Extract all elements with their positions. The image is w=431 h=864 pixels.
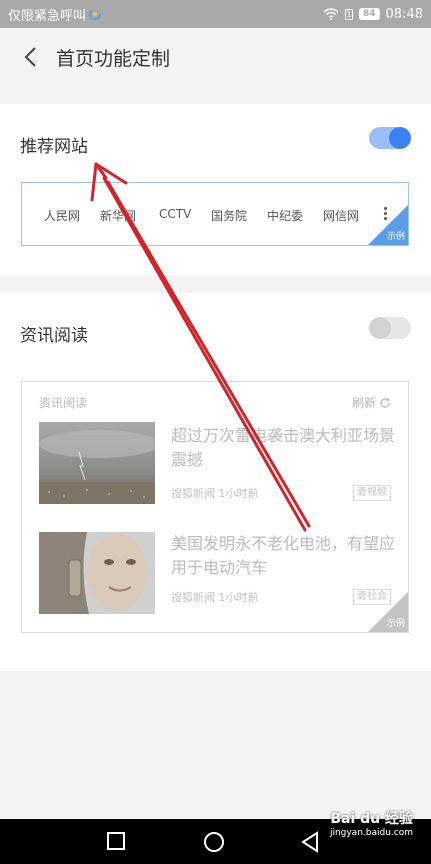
app-header: 首页功能定制 bbox=[0, 28, 431, 86]
recommended-sites-title: 推荐网站 bbox=[20, 137, 88, 157]
news-tag: 奇视频 bbox=[353, 485, 391, 501]
news-item-meta: 搜狐新闻 1小时前 bbox=[171, 485, 259, 501]
recommended-sites-preview: 人民网 新华网 CCTV 国务院 中纪委 网信网 示例 bbox=[21, 182, 409, 246]
news-time: 1小时前 bbox=[218, 487, 259, 500]
home-icon[interactable] bbox=[203, 831, 225, 853]
news-source: 搜狐新闻 bbox=[171, 591, 215, 604]
news-item-title: 美国发明永不老化电池，有望应用于电动汽车 bbox=[171, 534, 396, 577]
news-item-title: 超过万次雷电袭击澳大利亚场景震撼 bbox=[171, 426, 396, 469]
recent-apps-icon[interactable] bbox=[106, 831, 126, 851]
recommended-sites-toggle[interactable] bbox=[369, 127, 411, 149]
baidu-watermark: Bai du 经验 jingyan.baidu.com bbox=[330, 808, 413, 838]
carrier-text: 仅限紧急呼叫 bbox=[8, 8, 87, 24]
refresh-icon bbox=[380, 397, 390, 408]
news-reading-card: 资讯阅读 资讯阅读 刷新 超过万次雷电袭击澳大利亚场景震撼 搜狐新闻 1小时前 … bbox=[0, 293, 431, 671]
site-link: 网信网 bbox=[323, 209, 360, 223]
news-item-meta: 搜狐新闻 1小时前 bbox=[171, 589, 259, 605]
signal-status-icon bbox=[89, 8, 102, 20]
news-time: 1小时前 bbox=[218, 591, 259, 604]
watermark-url: jingyan.baidu.com bbox=[329, 828, 413, 838]
wifi-icon bbox=[323, 8, 339, 20]
recommended-sites-card: 推荐网站 人民网 新华网 CCTV 国务院 中纪委 网信网 示例 bbox=[0, 104, 431, 275]
news-preview-label: 资讯阅读 bbox=[39, 396, 88, 410]
back-triangle-icon[interactable] bbox=[300, 831, 320, 853]
site-link: 新华网 bbox=[100, 209, 137, 223]
sim-icon: 1 bbox=[345, 8, 353, 20]
news-reading-title: 资讯阅读 bbox=[20, 326, 88, 346]
site-link: 国务院 bbox=[211, 209, 248, 223]
news-thumbnail-storm bbox=[39, 422, 155, 504]
watermark-brand: Bai du 经验 bbox=[330, 811, 413, 827]
site-link: 人民网 bbox=[44, 209, 81, 223]
battery-badge: 84 bbox=[359, 8, 380, 20]
example-label: 示例 bbox=[386, 619, 405, 629]
news-source: 搜狐新闻 bbox=[171, 487, 215, 500]
example-label: 示例 bbox=[386, 232, 405, 242]
news-reading-toggle[interactable] bbox=[369, 317, 411, 339]
site-link: CCTV bbox=[159, 207, 192, 221]
back-arrow-icon[interactable] bbox=[8, 35, 52, 79]
toggle-knob bbox=[389, 127, 411, 149]
refresh-label: 刷新 bbox=[351, 396, 376, 410]
refresh-link: 刷新 bbox=[352, 394, 391, 411]
clock: 08:48 bbox=[385, 6, 423, 22]
status-bar: 仅限紧急呼叫 1 84 08:48 bbox=[0, 0, 431, 28]
news-thumbnail-battery bbox=[39, 532, 155, 614]
toggle-knob bbox=[369, 317, 391, 339]
news-reading-preview: 资讯阅读 刷新 超过万次雷电袭击澳大利亚场景震撼 搜狐新闻 1小时前 奇视频 美… bbox=[21, 381, 409, 633]
site-link: 中纪委 bbox=[267, 209, 304, 223]
page-title: 首页功能定制 bbox=[56, 47, 171, 70]
